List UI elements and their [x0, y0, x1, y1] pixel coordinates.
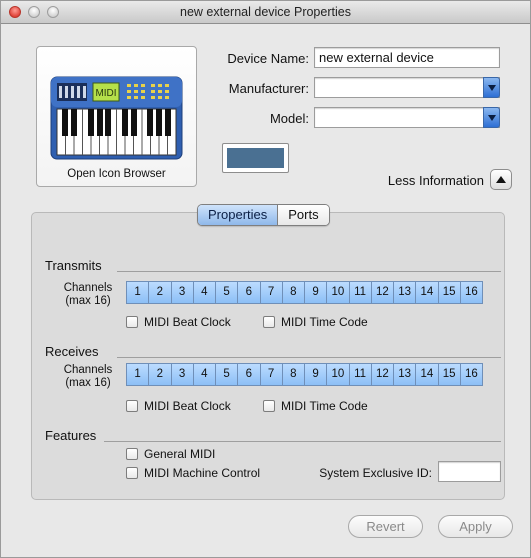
checkbox-box [126, 448, 138, 460]
chevron-down-icon [488, 85, 496, 91]
transmit-channel-4[interactable]: 4 [192, 281, 216, 304]
receives-separator [117, 357, 501, 358]
transmit-time-code-checkbox[interactable]: MIDI Time Code [263, 315, 368, 329]
transmit-channel-1[interactable]: 1 [126, 281, 150, 304]
title-bar[interactable]: new external device Properties [1, 1, 530, 24]
receive-channel-12[interactable]: 12 [370, 363, 394, 386]
transmits-title: Transmits [45, 258, 102, 273]
receive-channel-5[interactable]: 5 [215, 363, 239, 386]
model-combo[interactable] [314, 107, 500, 128]
receive-channel-14[interactable]: 14 [415, 363, 439, 386]
receives-channels-label-line1: Channels [63, 364, 113, 376]
device-name-field[interactable]: new external device [314, 47, 500, 68]
receive-channel-7[interactable]: 7 [259, 363, 283, 386]
transmit-time-code-label: MIDI Time Code [281, 315, 368, 329]
receive-channel-8[interactable]: 8 [281, 363, 305, 386]
color-swatch [227, 148, 284, 168]
tab-control: Properties Ports [197, 204, 330, 226]
tab-properties[interactable]: Properties [198, 205, 279, 225]
checkbox-box [263, 400, 275, 412]
transmit-beat-clock-label: MIDI Beat Clock [144, 315, 231, 329]
receive-channel-13[interactable]: 13 [393, 363, 417, 386]
less-information-label: Less Information [387, 173, 484, 188]
transmit-channel-14[interactable]: 14 [415, 281, 439, 304]
model-label: Model: [269, 111, 309, 126]
sysex-label: System Exclusive ID: [319, 466, 432, 480]
model-dropdown-button[interactable] [483, 107, 500, 128]
transmit-channel-8[interactable]: 8 [281, 281, 305, 304]
general-midi-checkbox[interactable]: General MIDI [126, 447, 215, 461]
checkbox-box [126, 467, 138, 479]
transmit-channel-2[interactable]: 2 [148, 281, 172, 304]
transmit-channel-10[interactable]: 10 [326, 281, 350, 304]
transmit-channel-12[interactable]: 12 [370, 281, 394, 304]
receive-channel-16[interactable]: 16 [459, 363, 483, 386]
midi-keyboard-icon: MIDI [50, 76, 183, 160]
transmit-channel-9[interactable]: 9 [304, 281, 328, 304]
revert-button[interactable]: Revert [348, 515, 423, 538]
receives-title: Receives [45, 344, 99, 359]
icon-browser-caption: Open Icon Browser [67, 168, 166, 180]
icon-screen-text: MIDI [95, 88, 116, 99]
checkbox-box [263, 316, 275, 328]
transmit-channel-11[interactable]: 11 [348, 281, 372, 304]
receives-channels-label-line2: (max 16) [65, 377, 111, 389]
machine-control-checkbox[interactable]: MIDI Machine Control [126, 466, 260, 480]
checkbox-box [126, 400, 138, 412]
manufacturer-combo[interactable] [314, 77, 500, 98]
receive-time-code-label: MIDI Time Code [281, 399, 368, 413]
features-separator [104, 441, 501, 442]
transmit-channel-13[interactable]: 13 [393, 281, 417, 304]
receive-channel-10[interactable]: 10 [326, 363, 350, 386]
properties-panel [31, 212, 505, 500]
transmit-beat-clock-checkbox[interactable]: MIDI Beat Clock [126, 315, 231, 329]
transmits-separator [117, 271, 501, 272]
transmits-channels-label-line2: (max 16) [65, 295, 111, 307]
apply-button[interactable]: Apply [438, 515, 513, 538]
transmits-channels-label-line1: Channels [63, 282, 113, 294]
manufacturer-dropdown-button[interactable] [483, 77, 500, 98]
receive-channel-3[interactable]: 3 [170, 363, 194, 386]
tab-ports[interactable]: Ports [278, 205, 329, 225]
triangle-up-icon [496, 176, 506, 183]
transmit-channel-7[interactable]: 7 [259, 281, 283, 304]
color-well[interactable] [222, 143, 289, 173]
manufacturer-label: Manufacturer: [228, 81, 309, 96]
less-information-button[interactable] [490, 169, 512, 190]
transmits-channel-row: 1 2 3 4 5 6 7 8 9 10 11 12 13 14 15 16 [126, 281, 483, 304]
receive-channel-15[interactable]: 15 [437, 363, 461, 386]
properties-window: new external device Properties MIDI Open… [0, 0, 531, 558]
transmit-channel-15[interactable]: 15 [437, 281, 461, 304]
sysex-id-field[interactable] [438, 461, 501, 482]
receives-channel-row: 1 2 3 4 5 6 7 8 9 10 11 12 13 14 15 16 [126, 363, 483, 386]
transmit-channel-5[interactable]: 5 [215, 281, 239, 304]
receive-channel-1[interactable]: 1 [126, 363, 150, 386]
receive-channel-2[interactable]: 2 [148, 363, 172, 386]
receive-channel-11[interactable]: 11 [348, 363, 372, 386]
window-title: new external device Properties [180, 5, 351, 19]
receive-channel-4[interactable]: 4 [192, 363, 216, 386]
chevron-down-icon [488, 115, 496, 121]
transmit-channel-16[interactable]: 16 [459, 281, 483, 304]
receive-beat-clock-checkbox[interactable]: MIDI Beat Clock [126, 399, 231, 413]
receive-channel-6[interactable]: 6 [237, 363, 261, 386]
device-name-label: Device Name: [227, 51, 309, 66]
machine-control-label: MIDI Machine Control [144, 466, 261, 480]
features-title: Features [45, 428, 97, 443]
transmit-channel-6[interactable]: 6 [237, 281, 261, 304]
receive-channel-9[interactable]: 9 [304, 363, 328, 386]
receives-channels-label: Channels (max 16) [53, 364, 123, 390]
receive-beat-clock-label: MIDI Beat Clock [144, 399, 231, 413]
receive-time-code-checkbox[interactable]: MIDI Time Code [263, 399, 368, 413]
checkbox-box [126, 316, 138, 328]
icon-browser-button[interactable]: MIDI Open Icon Browser [36, 46, 197, 187]
general-midi-label: General MIDI [144, 447, 216, 461]
transmit-channel-3[interactable]: 3 [170, 281, 194, 304]
transmits-channels-label: Channels (max 16) [53, 282, 123, 308]
